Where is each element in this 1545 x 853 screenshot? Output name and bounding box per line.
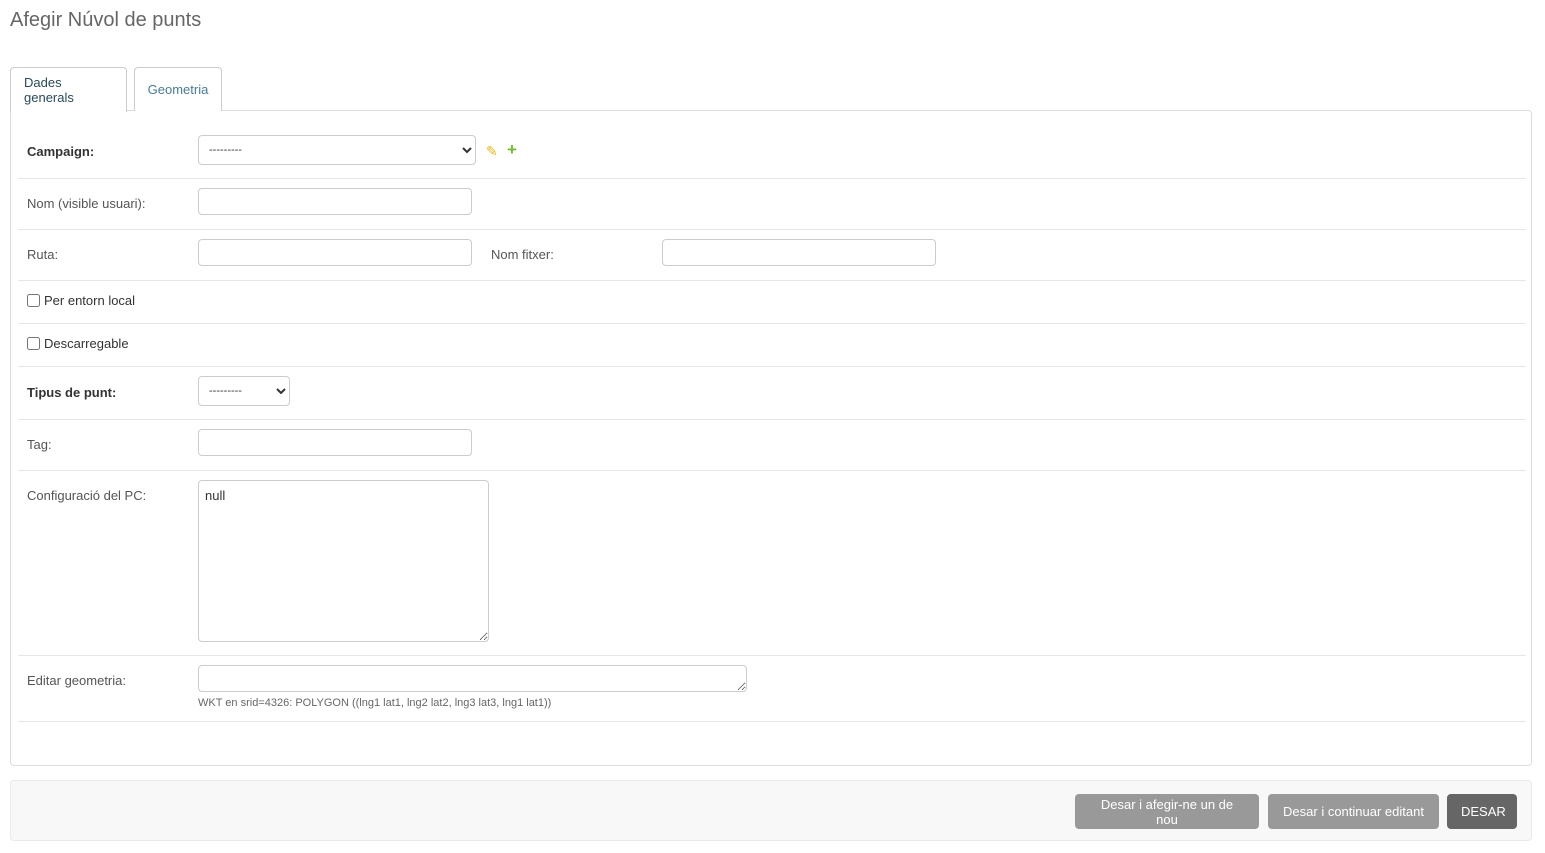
- editar-geometria-textarea[interactable]: [198, 665, 747, 692]
- pencil-icon[interactable]: ✎: [486, 144, 498, 158]
- row-config-pc: Configuració del PC: null: [18, 470, 1526, 656]
- per-entorn-local-checkbox[interactable]: [27, 294, 40, 307]
- row-ruta: Ruta: Nom fitxer:: [18, 229, 1526, 281]
- nom-input[interactable]: [198, 188, 472, 215]
- plus-icon[interactable]: +: [507, 141, 517, 158]
- editar-geometria-label: Editar geometria:: [27, 673, 126, 688]
- nom-fitxer-label: Nom fitxer:: [491, 247, 554, 262]
- save-and-continue-button[interactable]: Desar i continuar editant: [1268, 794, 1439, 829]
- row-tipus-punt: Tipus de punt: ---------: [18, 366, 1526, 420]
- per-entorn-local-label: Per entorn local: [44, 293, 136, 308]
- ruta-input[interactable]: [198, 239, 472, 266]
- form-panel: Campaign: --------- ✎ + Nom (visible usu…: [10, 110, 1532, 766]
- row-editar-geometria: Editar geometria: WKT en srid=4326: POLY…: [18, 655, 1526, 722]
- save-button[interactable]: DESAR: [1447, 794, 1517, 829]
- tab-bar: Dades generals Geometria: [10, 67, 222, 112]
- tipus-punt-select[interactable]: ---------: [198, 376, 290, 406]
- save-and-add-another-button[interactable]: Desar i afegir-ne un de nou: [1075, 794, 1259, 829]
- nom-label: Nom (visible usuari):: [27, 196, 146, 211]
- ruta-label: Ruta:: [27, 247, 59, 262]
- config-pc-label: Configuració del PC:: [27, 488, 147, 503]
- descarregable-field[interactable]: Descarregable: [27, 336, 129, 351]
- tag-input[interactable]: [198, 429, 472, 456]
- editar-geometria-help: WKT en srid=4326: POLYGON ((lng1 lat1, l…: [198, 697, 552, 709]
- per-entorn-local-field[interactable]: Per entorn local: [27, 293, 135, 308]
- tipus-punt-label: Tipus de punt:: [27, 385, 117, 400]
- submit-row: Desar i afegir-ne un de nou Desar i cont…: [10, 780, 1532, 841]
- row-nom: Nom (visible usuari):: [18, 178, 1526, 230]
- row-per-entorn-local: Per entorn local: [18, 280, 1526, 324]
- tab-geometria[interactable]: Geometria: [134, 67, 222, 111]
- tag-label: Tag:: [27, 437, 52, 452]
- page-title: Afegir Núvol de punts: [10, 9, 202, 31]
- row-tag: Tag:: [18, 419, 1526, 471]
- row-descarregable: Descarregable: [18, 323, 1526, 367]
- campaign-label: Campaign:: [27, 144, 95, 159]
- descarregable-checkbox[interactable]: [27, 337, 40, 350]
- row-campaign: Campaign: --------- ✎ +: [18, 111, 1526, 179]
- tab-dades-generals[interactable]: Dades generals: [10, 67, 127, 112]
- nom-fitxer-input[interactable]: [662, 239, 936, 266]
- config-pc-textarea[interactable]: null: [198, 480, 489, 642]
- campaign-select[interactable]: ---------: [198, 135, 476, 165]
- descarregable-label: Descarregable: [44, 336, 129, 351]
